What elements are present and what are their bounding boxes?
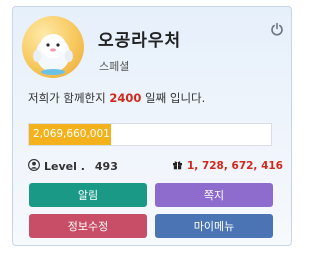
days-suffix: 일째 입니다.	[141, 91, 206, 105]
points-value: 1, 728, 672, 416	[187, 160, 283, 172]
user-icon	[28, 159, 44, 174]
days-prefix: 저희가 함께한지	[28, 91, 110, 105]
level-info: Level . 493	[28, 159, 118, 174]
days-count: 2400	[109, 91, 142, 105]
experience-bar: 2,069,660,001 (34%)	[28, 123, 272, 146]
days-together-text: 저희가 함께한지 2400 일째 입니다.	[28, 90, 205, 106]
profile-edit-button[interactable]: 정보수정	[29, 214, 147, 238]
level-label: Level .	[44, 160, 85, 173]
power-icon[interactable]	[270, 21, 284, 36]
member-card: 오공라우처 스페셜 저희가 함께한지 2400 일째 입니다. 2,069,66…	[12, 6, 292, 246]
experience-text: 2,069,660,001 (34%)	[33, 128, 145, 140]
member-rank: 스페셜	[99, 60, 130, 73]
points-info: 1, 728, 672, 416	[172, 159, 283, 173]
nickname: 오공라우처	[98, 31, 182, 51]
level-value: 493	[94, 160, 118, 173]
note-button[interactable]: 쪽지	[155, 183, 273, 207]
avatar[interactable]	[22, 16, 84, 78]
my-menu-button[interactable]: 마이메뉴	[155, 214, 273, 238]
gift-icon	[172, 159, 187, 173]
alarm-button[interactable]: 알림	[29, 183, 147, 207]
